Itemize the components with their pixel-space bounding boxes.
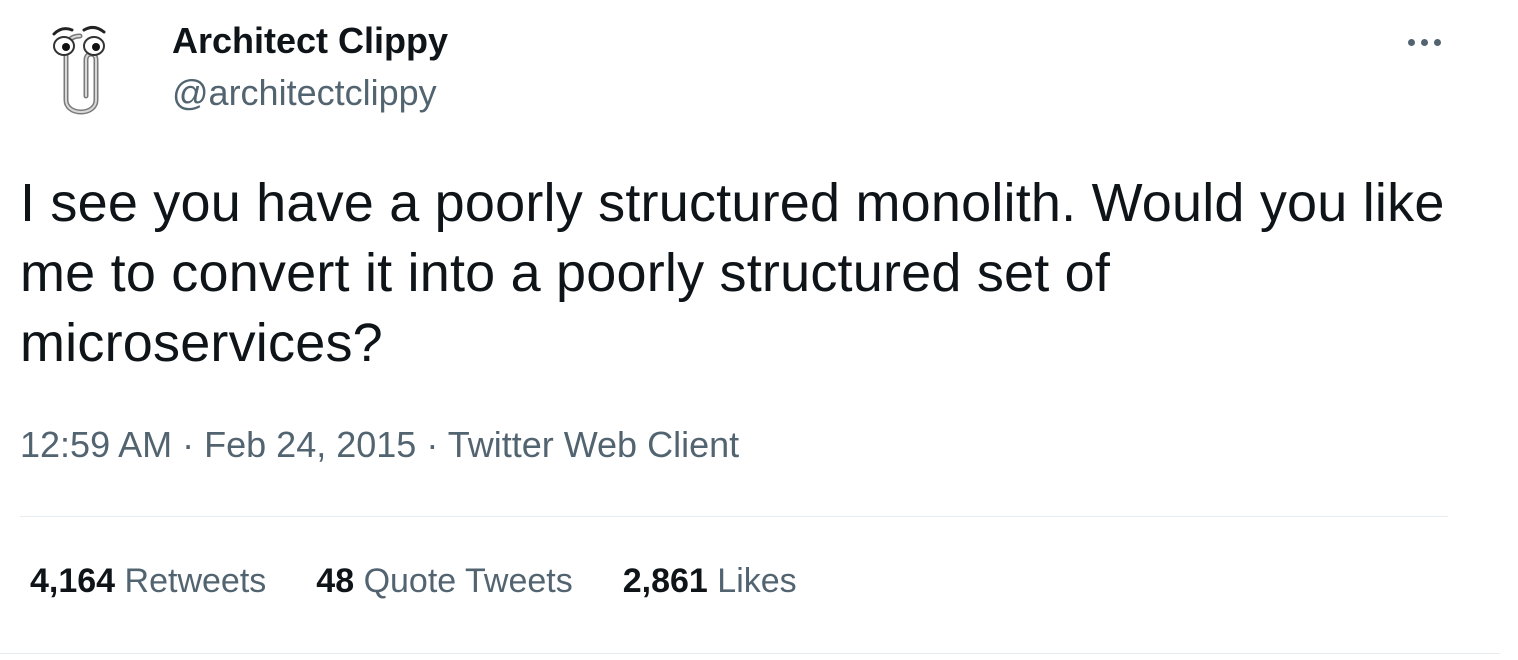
- meta-separator: ·: [426, 424, 439, 465]
- author-display-name[interactable]: Architect Clippy: [172, 20, 448, 62]
- meta-separator: ·: [182, 424, 195, 465]
- likes-stat[interactable]: 2,861 Likes: [623, 562, 797, 601]
- retweets-stat[interactable]: 4,164 Retweets: [30, 562, 266, 601]
- more-horizontal-icon: [1420, 38, 1428, 46]
- tweet-text: I see you have a poorly structured monol…: [20, 173, 1445, 373]
- tweet-source[interactable]: Twitter Web Client: [448, 424, 739, 465]
- likes-count: 2,861: [622, 562, 708, 600]
- tweet-date[interactable]: Feb 24, 2015: [204, 424, 416, 465]
- tweet-stats: 4,164 Retweets 48 Quote Tweets 2,861 Lik…: [30, 562, 847, 601]
- more-horizontal-icon: [1407, 38, 1415, 46]
- tweet-meta: 12:59 AM · Feb 24, 2015 · Twitter Web Cl…: [20, 424, 739, 466]
- author-handle[interactable]: @architectclippy: [172, 72, 437, 114]
- retweets-count: 4,164: [30, 562, 116, 600]
- quote-tweets-label: Quote Tweets: [363, 562, 573, 600]
- paperclip-mascot-icon: [52, 25, 106, 115]
- quote-tweets-stat[interactable]: 48 Quote Tweets: [316, 562, 572, 601]
- divider: [20, 516, 1448, 517]
- retweets-label: Retweets: [124, 562, 267, 600]
- more-options-button[interactable]: [1400, 22, 1448, 62]
- tweet-card: Architect Clippy @architectclippy I see …: [0, 0, 1518, 660]
- likes-label: Likes: [717, 562, 797, 600]
- tweet-time[interactable]: 12:59 AM: [20, 424, 172, 465]
- divider: [0, 653, 1500, 654]
- avatar[interactable]: [22, 8, 142, 128]
- quote-tweets-count: 48: [316, 562, 355, 600]
- more-horizontal-icon: [1433, 38, 1441, 46]
